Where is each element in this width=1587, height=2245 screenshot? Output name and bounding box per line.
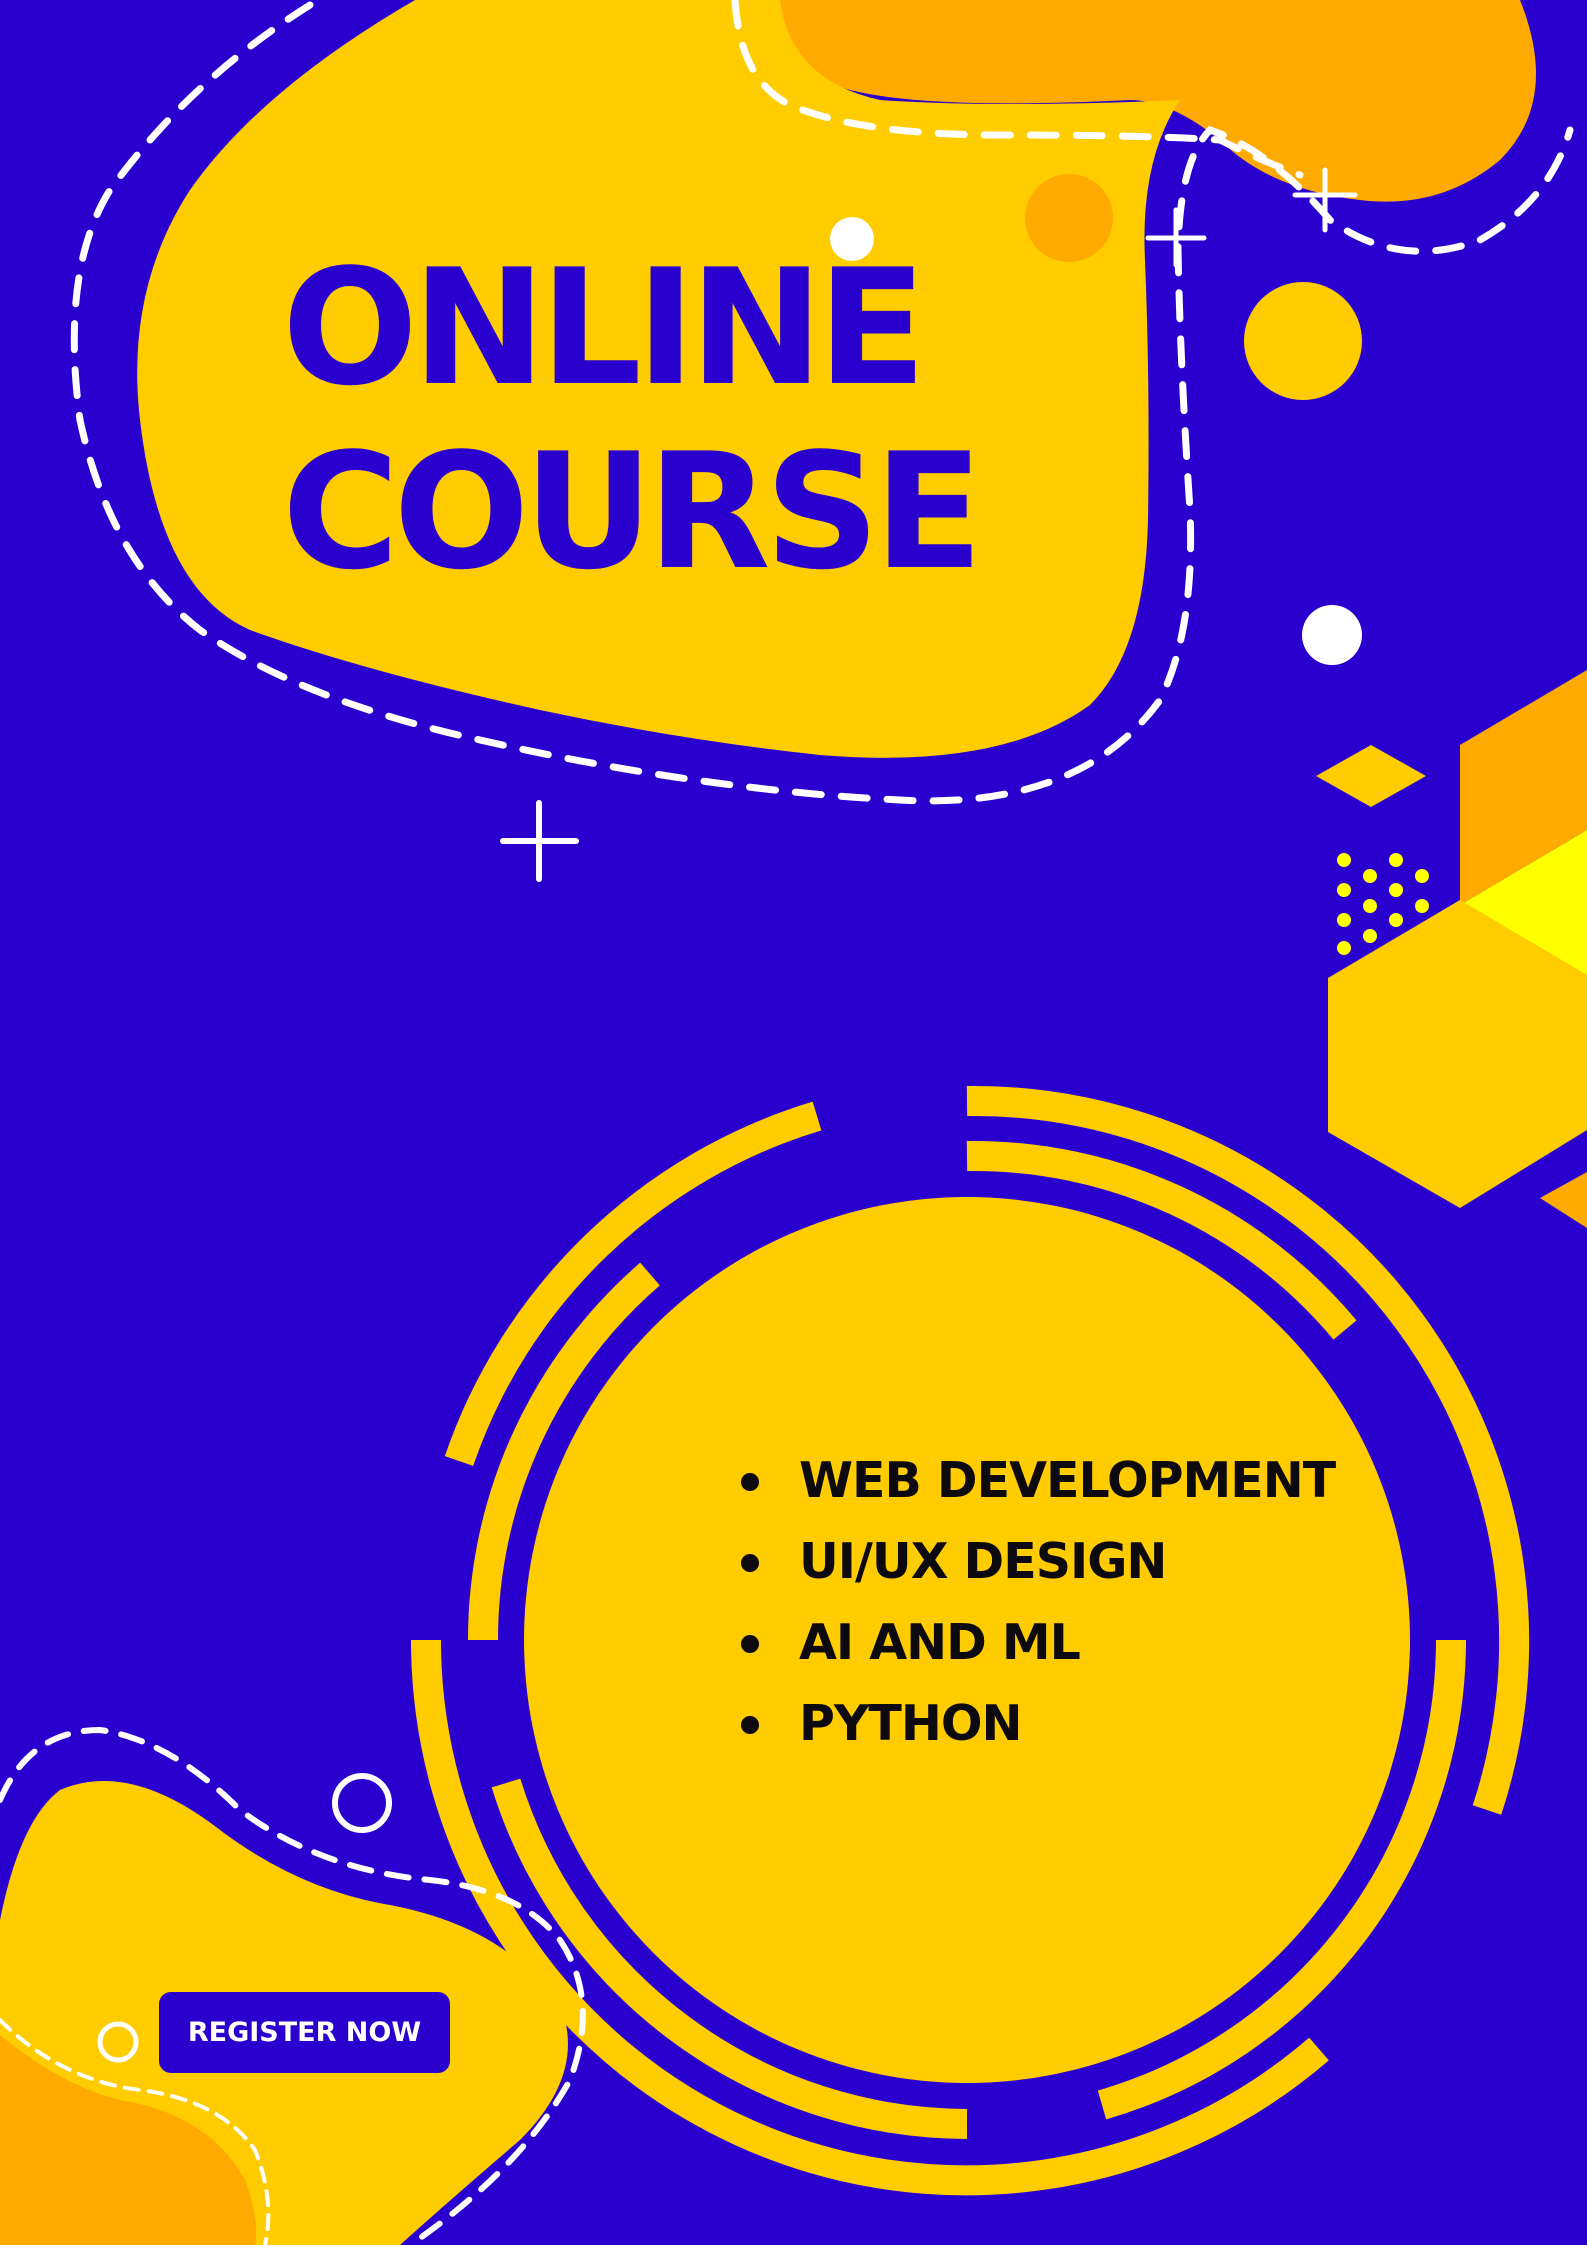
title-line-online: ONLINE [282, 234, 927, 421]
orange-circle [1025, 174, 1113, 262]
poster: ONLINE COURSE WEB DEVELOPMENT UI/UX DESI… [0, 0, 1587, 2245]
list-item-web-development: WEB DEVELOPMENT [741, 1440, 1359, 1521]
hexagon-orange-sliver [1540, 1172, 1587, 1228]
list-item-python: PYTHON [741, 1683, 1359, 1764]
diamond-icon [1316, 745, 1426, 807]
white-dot-large [1302, 605, 1362, 665]
list-item-ai-ml: AI AND ML [741, 1602, 1359, 1683]
title-line-course: COURSE [282, 418, 983, 605]
plus-icon [500, 800, 579, 882]
course-list: WEB DEVELOPMENT UI/UX DESIGN AI AND ML P… [735, 1440, 1359, 1764]
register-now-button[interactable]: REGISTER NOW [159, 1992, 450, 2073]
circle-outline-icon [332, 1773, 392, 1833]
yellow-circle [1244, 282, 1362, 400]
list-item-ui-ux-design: UI/UX DESIGN [741, 1521, 1359, 1602]
plus-icon [1145, 207, 1207, 268]
